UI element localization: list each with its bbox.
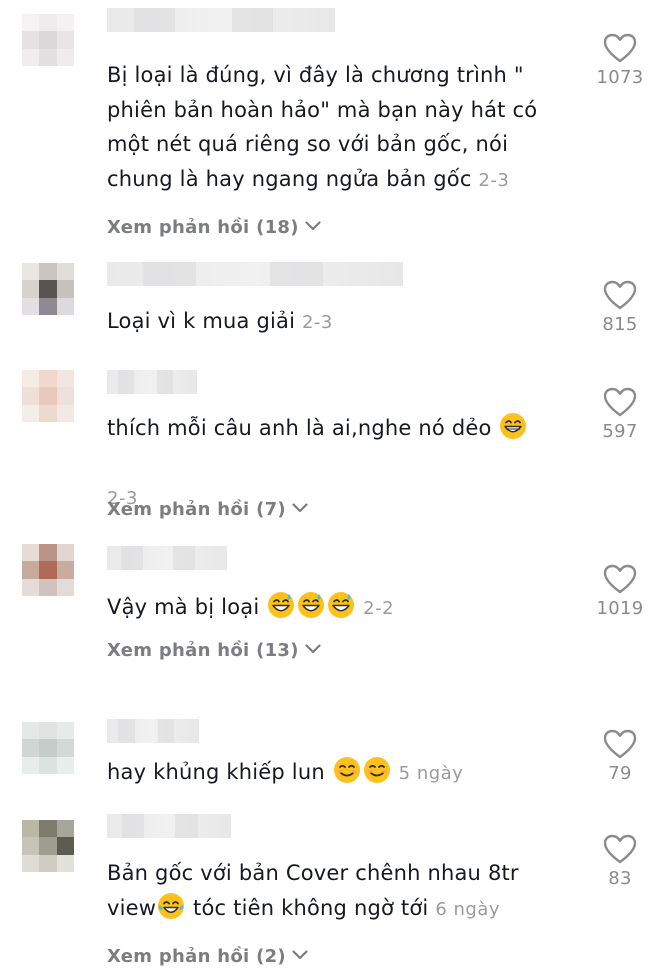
avatar[interactable]: [22, 820, 74, 872]
heart-icon[interactable]: [603, 33, 637, 63]
heart-icon[interactable]: [603, 834, 637, 864]
username-blurred[interactable]: [107, 8, 335, 32]
smiling-eyes-emoji: [333, 757, 360, 783]
username-blurred[interactable]: [107, 814, 231, 838]
comment-text: Bị loại là đúng, vì đây là chương trình …: [107, 63, 538, 191]
grinning-sweat-emoji: [298, 592, 325, 618]
username-blurred[interactable]: [107, 546, 227, 570]
like-button[interactable]: 1019: [590, 564, 650, 619]
heart-icon[interactable]: [603, 564, 637, 594]
heart-icon[interactable]: [603, 387, 637, 417]
like-button[interactable]: 79: [590, 729, 650, 784]
avatar[interactable]: [22, 544, 74, 596]
grinning-face-emoji: [500, 413, 527, 439]
like-count: 1019: [596, 598, 644, 619]
username-blurred[interactable]: [107, 370, 197, 394]
grinning-sweat-emoji: [328, 592, 355, 618]
comment-text: hay khủng khiếp lun 5 ngày: [107, 755, 557, 792]
comment-text: Vậy mà bị loại 2-2: [107, 590, 557, 627]
comment-date: 2-2: [363, 598, 395, 619]
smiling-eyes-emoji: [363, 757, 390, 783]
like-button[interactable]: 83: [590, 834, 650, 889]
tears-of-joy-emoji: [158, 892, 185, 919]
username-blurred[interactable]: [107, 719, 199, 743]
like-button[interactable]: 597: [590, 387, 650, 442]
comment-date: 5 ngày: [398, 763, 464, 784]
avatar[interactable]: [22, 14, 74, 66]
like-button[interactable]: 815: [590, 280, 650, 335]
avatar[interactable]: [22, 370, 74, 422]
view-replies-label: Xem phản hồi (7): [107, 499, 286, 520]
view-replies-label: Xem phản hồi (18): [107, 217, 299, 238]
heart-icon[interactable]: [603, 729, 637, 759]
chevron-down-icon: [292, 503, 308, 513]
avatar[interactable]: [22, 722, 74, 774]
comment-date: 2-3: [478, 169, 510, 191]
comment-date: 6 ngày: [435, 898, 501, 920]
like-button[interactable]: 1073: [590, 33, 650, 88]
view-replies-button[interactable]: Xem phản hồi (18): [107, 217, 321, 238]
avatar[interactable]: [22, 263, 74, 315]
chevron-down-icon: [305, 221, 321, 231]
view-replies-label: Xem phản hồi (13): [107, 640, 299, 661]
heart-icon[interactable]: [603, 280, 637, 310]
like-count: 815: [602, 314, 638, 335]
comment-date: 2-3: [301, 312, 333, 333]
chevron-down-icon: [305, 644, 321, 654]
like-count: 1073: [596, 67, 644, 88]
view-replies-label: Xem phản hồi (2): [107, 946, 286, 967]
view-replies-button[interactable]: Xem phản hồi (2): [107, 946, 308, 967]
like-count: 79: [608, 763, 632, 784]
grinning-sweat-emoji: [268, 592, 295, 618]
like-count: 597: [602, 421, 638, 442]
view-replies-button[interactable]: Xem phản hồi (13): [107, 640, 321, 661]
comment-text: Loại vì k mua giải 2-3: [107, 309, 333, 333]
like-count: 83: [608, 868, 632, 889]
chevron-down-icon: [292, 950, 308, 960]
view-replies-button[interactable]: Xem phản hồi (7): [107, 499, 308, 520]
username-blurred[interactable]: [107, 262, 403, 286]
comment-text: Bản gốc với bản Cover chênh nhau 8tr vie…: [107, 861, 519, 920]
